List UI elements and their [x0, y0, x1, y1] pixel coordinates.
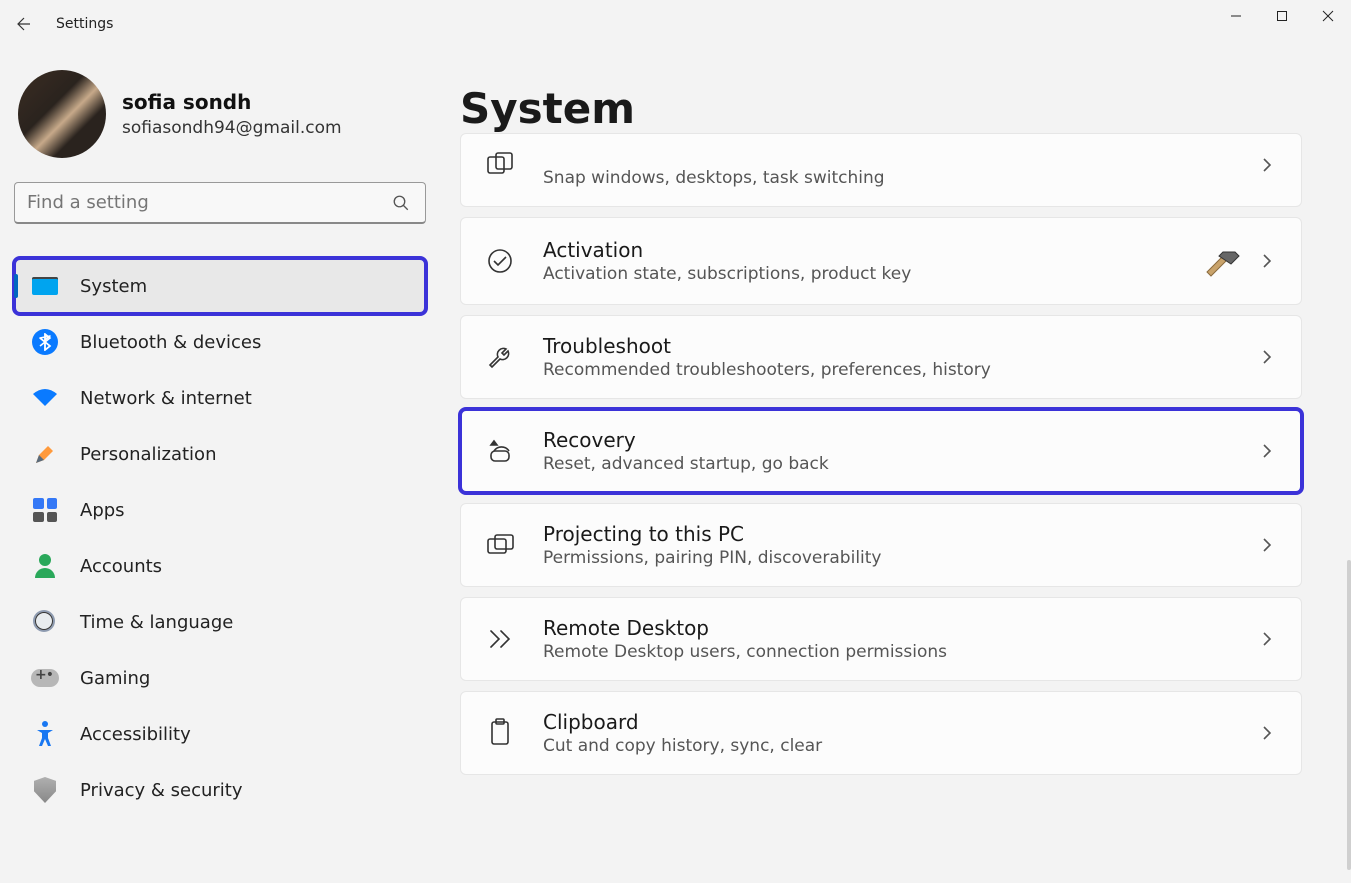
clock-globe-icon: [30, 607, 60, 637]
bluetooth-icon: [30, 327, 60, 357]
projecting-icon: [483, 528, 517, 562]
settings-list: Multitasking Snap windows, desktops, tas…: [460, 133, 1302, 775]
recovery-icon: [483, 434, 517, 468]
sidebar-item-label: Time & language: [80, 612, 233, 633]
sidebar-item-accessibility[interactable]: Accessibility: [14, 706, 426, 762]
settings-row-recovery[interactable]: Recovery Reset, advanced startup, go bac…: [460, 409, 1302, 493]
multitasking-icon: [483, 148, 517, 182]
arrow-left-icon: [15, 15, 33, 33]
system-icon: [30, 271, 60, 301]
settings-row-subtitle: Recommended troubleshooters, preferences…: [543, 360, 1255, 380]
sidebar-item-label: Bluetooth & devices: [80, 332, 261, 353]
person-icon: [30, 551, 60, 581]
minimize-icon: [1230, 10, 1242, 22]
wifi-icon: [30, 383, 60, 413]
remote-desktop-icon: [483, 622, 517, 656]
sidebar-nav: System Bluetooth & devices Network & int…: [14, 258, 426, 818]
clipboard-icon: [483, 716, 517, 750]
sidebar-item-privacy[interactable]: Privacy & security: [14, 762, 426, 818]
sidebar-item-system[interactable]: System: [14, 258, 426, 314]
sidebar-item-label: Gaming: [80, 668, 150, 689]
search-icon[interactable]: [389, 194, 413, 212]
settings-row-subtitle: Snap windows, desktops, task switching: [543, 168, 1255, 188]
chevron-right-icon: [1255, 349, 1279, 365]
avatar: [18, 70, 106, 158]
scrollbar[interactable]: [1347, 560, 1351, 880]
settings-row-subtitle: Reset, advanced startup, go back: [543, 454, 1255, 474]
settings-row-multitasking[interactable]: Multitasking Snap windows, desktops, tas…: [460, 133, 1302, 207]
settings-row-title: Projecting to this PC: [543, 522, 1255, 546]
settings-row-subtitle: Permissions, pairing PIN, discoverabilit…: [543, 548, 1255, 568]
settings-row-troubleshoot[interactable]: Troubleshoot Recommended troubleshooters…: [460, 315, 1302, 399]
chevron-right-icon: [1255, 537, 1279, 553]
settings-row-subtitle: Remote Desktop users, connection permiss…: [543, 642, 1255, 662]
chevron-right-icon: [1255, 443, 1279, 459]
sidebar-item-label: Network & internet: [80, 388, 252, 409]
apps-icon: [30, 495, 60, 525]
scrollbar-thumb[interactable]: [1347, 560, 1351, 870]
sidebar-item-label: System: [80, 276, 147, 297]
settings-row-title: Activation: [543, 238, 1197, 262]
settings-row-remote-desktop[interactable]: Remote Desktop Remote Desktop users, con…: [460, 597, 1302, 681]
sidebar-item-label: Personalization: [80, 444, 216, 465]
back-button[interactable]: [0, 0, 48, 48]
settings-row-clipboard[interactable]: Clipboard Cut and copy history, sync, cl…: [460, 691, 1302, 775]
search-input[interactable]: [27, 192, 389, 213]
accessibility-icon: [30, 719, 60, 749]
close-icon: [1322, 10, 1334, 22]
chevron-right-icon: [1255, 253, 1279, 269]
sidebar-item-accounts[interactable]: Accounts: [14, 538, 426, 594]
checkmark-circle-icon: [483, 244, 517, 278]
settings-row-title: Clipboard: [543, 710, 1255, 734]
chevron-right-icon: [1255, 157, 1279, 173]
sidebar-item-network[interactable]: Network & internet: [14, 370, 426, 426]
titlebar: Settings: [0, 0, 1351, 48]
maximize-icon: [1276, 10, 1288, 22]
app-title: Settings: [56, 16, 113, 32]
settings-row-subtitle: Activation state, subscriptions, product…: [543, 264, 1197, 284]
paintbrush-icon: [30, 439, 60, 469]
maximize-button[interactable]: [1259, 0, 1305, 32]
shield-icon: [30, 775, 60, 805]
chevron-right-icon: [1255, 631, 1279, 647]
sidebar-item-time[interactable]: Time & language: [14, 594, 426, 650]
settings-row-title: Troubleshoot: [543, 334, 1255, 358]
sidebar-item-personalization[interactable]: Personalization: [14, 426, 426, 482]
gamepad-icon: [30, 663, 60, 693]
sidebar-item-label: Privacy & security: [80, 780, 243, 801]
sidebar-item-gaming[interactable]: Gaming: [14, 650, 426, 706]
sidebar: sofia sondh sofiasondh94@gmail.com Syste…: [0, 48, 440, 883]
minimize-button[interactable]: [1213, 0, 1259, 32]
chevron-right-icon: [1255, 725, 1279, 741]
settings-row-subtitle: Cut and copy history, sync, clear: [543, 736, 1255, 756]
user-email: sofiasondh94@gmail.com: [122, 118, 342, 138]
settings-row-projecting[interactable]: Projecting to this PC Permissions, pairi…: [460, 503, 1302, 587]
sidebar-item-label: Apps: [80, 500, 125, 521]
wrench-icon: [483, 340, 517, 374]
settings-row-title: Remote Desktop: [543, 616, 1255, 640]
sidebar-item-label: Accounts: [80, 556, 162, 577]
user-name: sofia sondh: [122, 90, 342, 114]
sidebar-item-bluetooth[interactable]: Bluetooth & devices: [14, 314, 426, 370]
hammer-icon: [1197, 236, 1247, 286]
main-content: System Multitasking Snap windows, deskto…: [440, 48, 1351, 883]
user-profile[interactable]: sofia sondh sofiasondh94@gmail.com: [14, 70, 426, 182]
settings-row-activation[interactable]: Activation Activation state, subscriptio…: [460, 217, 1302, 305]
sidebar-item-label: Accessibility: [80, 724, 191, 745]
page-title: System: [460, 84, 1331, 133]
close-button[interactable]: [1305, 0, 1351, 32]
sidebar-item-apps[interactable]: Apps: [14, 482, 426, 538]
settings-row-title: Recovery: [543, 428, 1255, 452]
search-field[interactable]: [14, 182, 426, 224]
